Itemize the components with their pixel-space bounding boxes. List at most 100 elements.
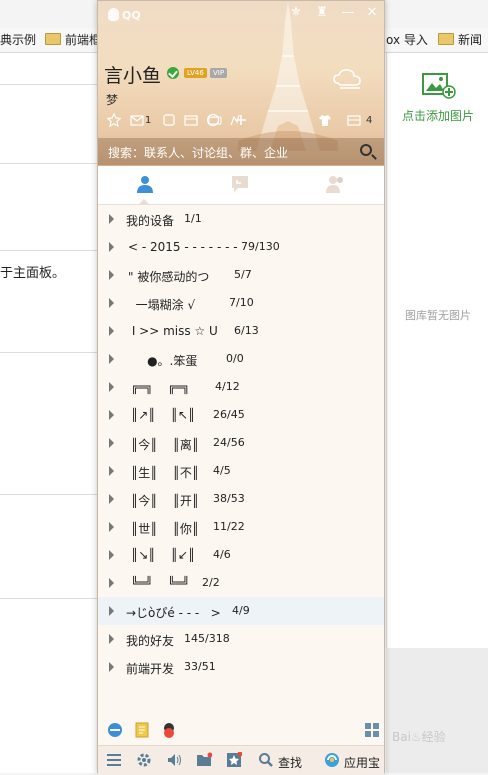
minimize-button[interactable]: — — [340, 6, 356, 20]
star-icon[interactable] — [106, 112, 122, 128]
expand-arrow-icon[interactable] — [109, 578, 114, 588]
level-badge[interactable]: LV46 — [184, 68, 207, 78]
find-search-icon[interactable] — [258, 752, 274, 768]
main-tabs — [98, 166, 384, 205]
app-icon[interactable] — [208, 113, 222, 127]
bookmark-item[interactable]: 典示例 — [0, 32, 36, 48]
group-count: 5/7 — [234, 268, 252, 281]
page-text: 于主面板。 — [0, 266, 66, 281]
app-store-button[interactable]: 应用宝 — [344, 754, 380, 771]
group-row[interactable]: ╔═╗ ╔═╗ 4/12 — [98, 373, 384, 401]
group-row[interactable]: ●。.笨蛋 0/0 — [98, 345, 384, 373]
expand-arrow-icon[interactable] — [109, 466, 114, 476]
expand-arrow-icon[interactable] — [109, 410, 114, 420]
message-box-count: 4 — [366, 115, 373, 126]
add-picture-link[interactable]: 点击添加图片 — [387, 107, 488, 124]
skin-icon[interactable]: ♜ — [314, 6, 330, 20]
group-name: ║↘║ ║↙║ — [131, 548, 196, 562]
group-row[interactable]: I >> miss ☆ U 6/13 — [98, 317, 384, 345]
message-box-icon[interactable] — [347, 113, 361, 127]
bookmark-folder[interactable]: 新闻 — [438, 32, 482, 48]
qzone-icon[interactable] — [162, 113, 176, 127]
group-count: 24/56 — [213, 436, 245, 449]
group-name: " 被你感动的つ — [128, 270, 210, 284]
qq-main-panel: QQ ⚜ ♜ — ✕ 言小鱼 LV46 VIP 梦 1 4 搜索：联系人、讨论组… — [97, 0, 385, 775]
group-row[interactable]: ║世║ ║你║ 11/22 — [98, 513, 384, 541]
expand-arrow-icon[interactable] — [109, 438, 114, 448]
expand-arrow-icon[interactable] — [109, 326, 114, 336]
group-name: ║↗║ ║↖║ — [131, 408, 196, 422]
group-row[interactable]: 我的好友 145/318 — [98, 625, 384, 653]
group-count: 4/5 — [213, 464, 231, 477]
group-count: 145/318 — [184, 632, 230, 645]
search-bar[interactable]: 搜索：联系人、讨论组、群、企业 — [98, 138, 384, 165]
expand-arrow-icon[interactable] — [109, 382, 114, 392]
personal-signature[interactable]: 梦 — [106, 91, 118, 108]
search-icon[interactable] — [360, 144, 372, 156]
group-row[interactable]: ║↗║ ║↖║ 26/45 — [98, 401, 384, 429]
vip-badge[interactable]: VIP — [210, 68, 228, 78]
group-count: 4/6 — [213, 548, 231, 561]
expand-arrow-icon[interactable] — [109, 298, 114, 308]
find-button[interactable]: 查找 — [278, 754, 302, 771]
expand-arrow-icon[interactable] — [109, 354, 114, 364]
sound-icon[interactable] — [166, 752, 182, 768]
app-store-icon[interactable] — [324, 752, 340, 768]
wallet-icon[interactable] — [184, 113, 198, 127]
group-row[interactable]: ║生║ ║不║ 4/5 — [98, 457, 384, 485]
main-menu-icon[interactable] — [106, 752, 122, 768]
group-row[interactable]: " 被你感动的つ 5/7 — [98, 261, 384, 289]
settings-gear-icon[interactable] — [136, 752, 152, 768]
group-name: 我的好友 — [126, 634, 175, 648]
file-folder-icon[interactable] — [196, 752, 212, 768]
add-picture-icon[interactable] — [421, 70, 457, 100]
mail-icon[interactable] — [130, 113, 144, 127]
group-row[interactable]: 前端开发 33/51 — [98, 653, 384, 681]
group-row[interactable]: ║↘║ ║↙║ 4/6 — [98, 541, 384, 569]
group-name: ║世║ ║你║ — [131, 522, 200, 536]
plugin-bar — [98, 717, 384, 743]
group-count: 26/45 — [213, 408, 245, 421]
expand-arrow-icon[interactable] — [109, 242, 114, 252]
close-button[interactable]: ✕ — [364, 6, 380, 20]
chat-bubble-icon — [232, 176, 248, 192]
expand-arrow-icon[interactable] — [109, 214, 114, 224]
add-icon[interactable] — [234, 113, 248, 127]
weather-icon[interactable] — [330, 63, 370, 91]
tab-groups[interactable] — [288, 166, 383, 204]
group-name: 我的设备 — [126, 214, 175, 228]
group-count: 1/1 — [184, 212, 202, 225]
group-name: I >> miss ☆ U — [128, 324, 218, 338]
group-row[interactable]: →じòぴé - - - > 4/9 — [98, 597, 384, 625]
group-row[interactable]: 我的设备 1/1 — [98, 205, 384, 233]
bookmark-item[interactable]: ox 导入 — [386, 32, 428, 48]
medal-icon[interactable]: ⚜ — [288, 6, 304, 20]
favorites-star-icon[interactable] — [226, 752, 242, 768]
group-name: ║今║ ║离║ — [131, 438, 200, 452]
group-row[interactable]: < - 2015 - - - - - - -79/130 — [98, 233, 384, 261]
pet-icon[interactable] — [160, 721, 178, 739]
online-status-icon[interactable] — [167, 67, 179, 79]
notepad-icon[interactable] — [133, 721, 151, 739]
expand-arrow-icon[interactable] — [109, 494, 114, 504]
expand-arrow-icon[interactable] — [109, 606, 114, 616]
expand-arrow-icon[interactable] — [109, 270, 114, 280]
app-grid-icon[interactable] — [364, 722, 380, 738]
tab-contacts[interactable] — [98, 166, 193, 205]
nickname[interactable]: 言小鱼 — [104, 61, 161, 88]
group-count: 38/53 — [213, 492, 245, 505]
expand-arrow-icon[interactable] — [109, 550, 114, 560]
tab-recent-sessions[interactable] — [193, 166, 288, 204]
group-row[interactable]: ╚═╝ ╚═╝ 2/2 — [98, 569, 384, 597]
group-row[interactable]: ║今║ ║离║ 24/56 — [98, 429, 384, 457]
browser-icon[interactable] — [106, 721, 124, 739]
group-name: < - 2015 - - - - - - - — [128, 240, 238, 254]
expand-arrow-icon[interactable] — [109, 634, 114, 644]
group-row[interactable]: ║今║ ║开║ 38/53 — [98, 485, 384, 513]
bookmark-folder[interactable]: 前端框 — [45, 32, 101, 48]
divider — [0, 494, 100, 495]
expand-arrow-icon[interactable] — [109, 662, 114, 672]
group-row[interactable]: 一塌糊涂 √ 7/10 — [98, 289, 384, 317]
shirt-icon[interactable] — [318, 113, 332, 127]
expand-arrow-icon[interactable] — [109, 522, 114, 532]
